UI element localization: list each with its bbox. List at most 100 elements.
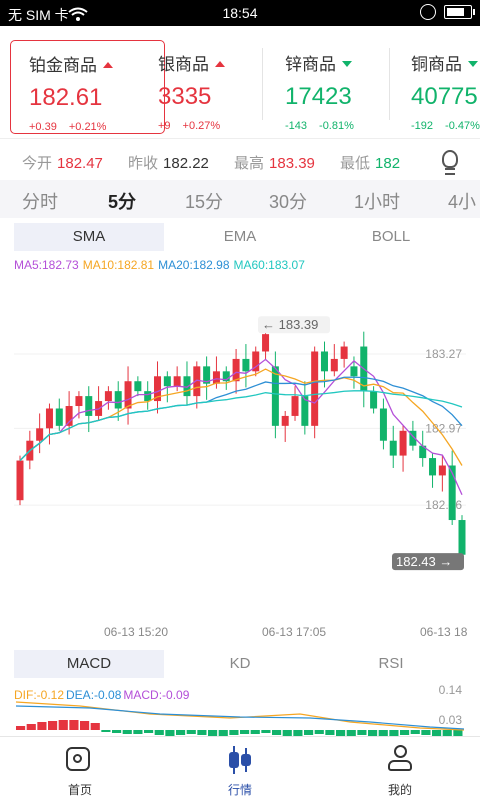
overlay-tab-boll[interactable]: BOLL — [316, 223, 466, 251]
product-change-pct: +0.21% — [68, 121, 107, 133]
macd-histogram-bar — [197, 730, 207, 735]
product-card-copper[interactable]: 铜商品 40775 -192 -0.47% — [393, 40, 480, 134]
candle-body — [55, 408, 63, 426]
product-price: 3335 — [158, 83, 212, 110]
bottom-tab-bar: 首页 行情 我的 — [0, 736, 480, 801]
product-change: +9 — [158, 120, 171, 132]
macd-histogram-bar — [357, 730, 367, 735]
product-name: 铂金商品 — [29, 56, 97, 75]
candle-body — [163, 376, 171, 387]
macd-histogram-bar — [176, 730, 186, 735]
candle-body — [330, 358, 338, 372]
product-change: +0.39 — [29, 121, 57, 133]
macd-histogram-bar — [48, 721, 58, 730]
macd-y-tick-label: 0.03 — [439, 713, 463, 727]
macd-histogram-bar — [101, 730, 111, 732]
macd-histogram-bar — [90, 723, 100, 730]
candle-body — [75, 396, 83, 407]
candle-body — [232, 358, 240, 382]
macd-histogram-bar — [16, 726, 26, 730]
candle-body — [212, 371, 220, 384]
macd-legend: DIF:-0.12 DEA:-0.08 MACD:-0.09 — [14, 688, 191, 702]
candle-body — [85, 396, 93, 416]
y-tick-label: 183.27 — [425, 347, 462, 361]
lightbulb-icon[interactable] — [442, 150, 458, 175]
candle-body — [242, 358, 250, 372]
open-stat: 今开 182.47 — [22, 155, 103, 172]
overlay-tab-sma[interactable]: SMA — [14, 223, 164, 251]
candle-body — [429, 458, 437, 476]
macd-histogram-bar — [410, 730, 420, 734]
trend-up-icon — [215, 61, 225, 67]
period-tab-5min[interactable]: 5分 — [108, 188, 136, 214]
indicator-tab-macd[interactable]: MACD — [14, 650, 164, 678]
product-name: 锌商品 — [285, 55, 336, 74]
macd-histogram-bar — [304, 730, 314, 735]
candle-body — [114, 391, 122, 409]
product-card-zinc[interactable]: 锌商品 17423 -143 -0.81% — [267, 40, 392, 134]
candle-body — [340, 346, 348, 359]
indicator-tabs: MACD KD RSI — [14, 650, 466, 678]
candle-body — [134, 381, 142, 392]
max-marker-label: ← 183.39 — [262, 317, 318, 332]
overlay-tab-ema[interactable]: EMA — [164, 223, 316, 251]
quote-stats: 今开 182.47 昨收 182.22 最高 183.39 最低 182 — [0, 138, 480, 181]
tab-home[interactable]: 首页 — [0, 737, 160, 801]
macd-histogram-bar — [261, 730, 271, 733]
ma60-value: MA60:183.07 — [233, 258, 305, 272]
period-tab-4hour[interactable]: 4小 — [448, 188, 476, 214]
indicator-tab-kd[interactable]: KD — [164, 650, 316, 678]
macd-histogram-bar — [272, 730, 282, 735]
candle-body — [271, 366, 279, 426]
ma-legend: MA5:182.73 MA10:182.81 MA20:182.98 MA60:183… — [14, 258, 309, 272]
dea-value: DEA:-0.08 — [66, 688, 122, 702]
candle-body — [370, 391, 378, 409]
candle-body — [65, 406, 73, 426]
period-tab-timeshare[interactable]: 分时 — [22, 188, 58, 214]
macd-value: MACD:-0.09 — [123, 688, 190, 702]
product-strip: 铂金商品 182.61 +0.39 +0.21% 银商品 3335 +9 +0.27… — [0, 26, 480, 138]
high-stat: 最高 183.39 — [234, 155, 315, 172]
product-price: 17423 — [285, 83, 352, 110]
candle-body — [379, 408, 387, 441]
candle-body — [104, 391, 112, 402]
prev-close-stat: 昨收 182.22 — [128, 155, 209, 172]
period-tab-30min[interactable]: 30分 — [269, 188, 307, 214]
product-change: -143 — [285, 120, 308, 132]
battery-icon — [444, 5, 475, 19]
user-icon — [387, 745, 413, 773]
product-change-pct: -0.47% — [445, 120, 480, 132]
macd-histogram-bar — [240, 730, 250, 734]
macd-histogram-bar — [229, 730, 239, 735]
candle-body — [291, 396, 299, 416]
macd-histogram-bar — [154, 730, 164, 735]
product-card-silver[interactable]: 银商品 3335 +9 +0.27% — [140, 40, 265, 134]
tab-profile[interactable]: 我的 — [320, 737, 480, 801]
x-tick-label: 06-13 18 — [420, 625, 468, 639]
macd-histogram-bar — [250, 730, 260, 734]
ma5-line — [19, 358, 463, 496]
product-name: 铜商品 — [411, 55, 462, 74]
product-change-pct: +0.27% — [182, 120, 221, 132]
last-price-marker-label: 182.43 → — [396, 554, 452, 569]
macd-histogram-bar — [122, 730, 132, 734]
candle-body — [281, 415, 289, 426]
ma20-value: MA20:182.98 — [158, 258, 230, 272]
macd-histogram-bar — [325, 730, 335, 735]
candle-body — [36, 428, 44, 441]
tab-market[interactable]: 行情 — [160, 737, 320, 801]
x-tick-label: 06-13 17:05 — [262, 625, 326, 639]
indicator-tab-rsi[interactable]: RSI — [316, 650, 466, 678]
trend-down-icon — [342, 61, 352, 67]
tab-label: 行情 — [227, 783, 252, 797]
candlestick-chart[interactable]: 183.27 182.97 182.66 ← 183.39 182.43 → 06-13 … — [0, 272, 480, 642]
dif-value: DIF:-0.12 — [14, 688, 65, 702]
macd-histogram-bar — [133, 730, 143, 734]
period-tab-1hour[interactable]: 1小时 — [354, 188, 400, 214]
candle-body — [144, 391, 152, 402]
candle-body — [438, 465, 446, 476]
candle-body — [320, 351, 328, 372]
period-tab-15min[interactable]: 15分 — [185, 188, 223, 214]
rotation-lock-icon — [420, 4, 436, 20]
divider — [389, 48, 390, 120]
